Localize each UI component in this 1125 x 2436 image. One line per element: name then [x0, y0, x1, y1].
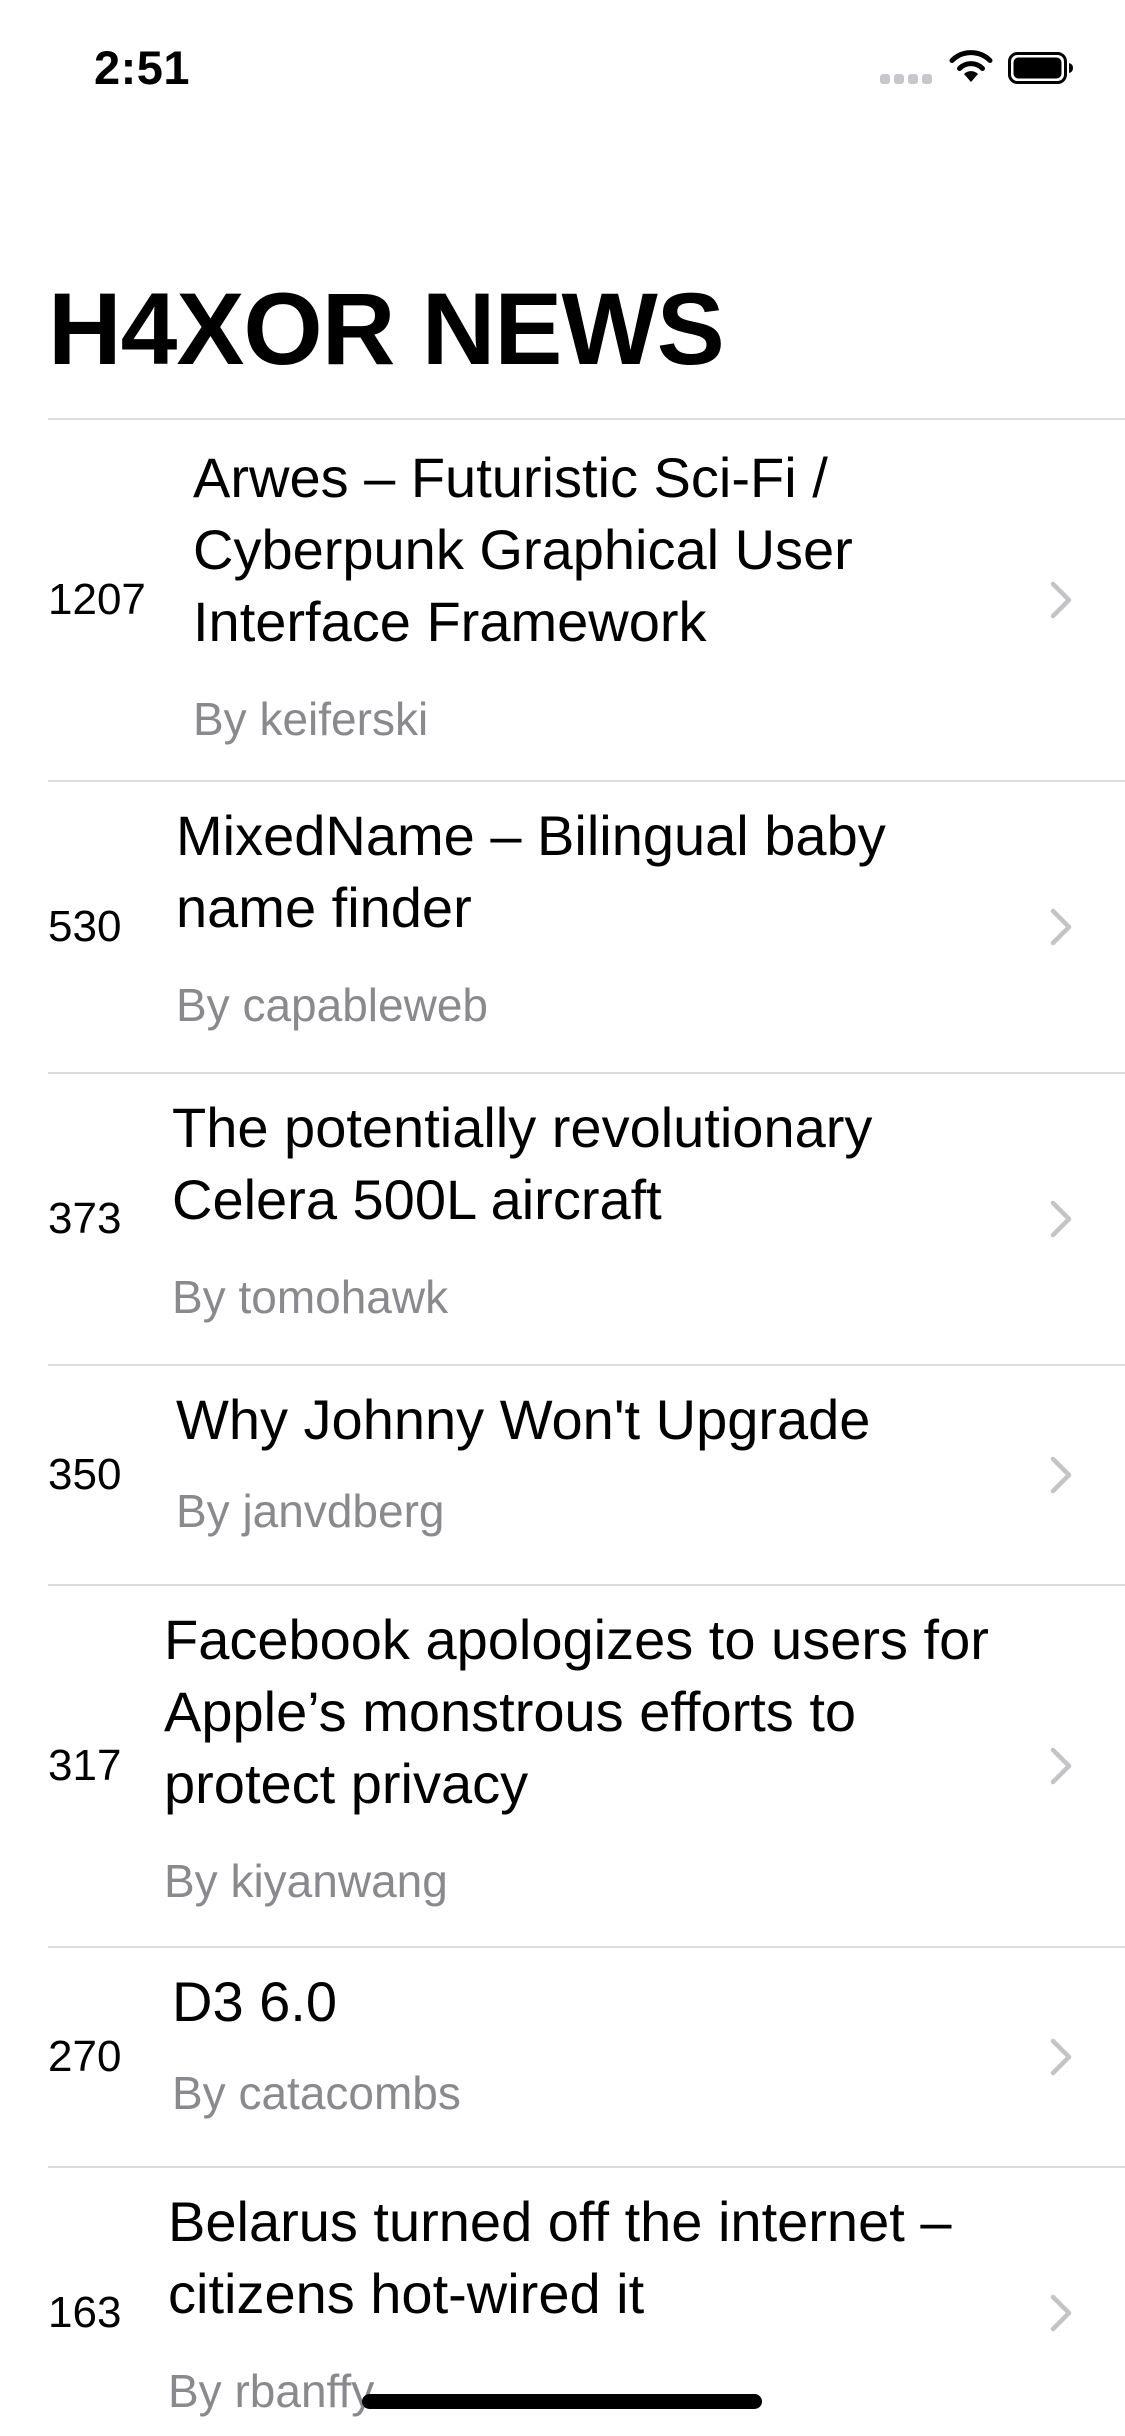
story-title-line: Facebook apologizes to users for	[164, 1608, 989, 1671]
chevron-right-icon	[1050, 2294, 1072, 2332]
story-title-line: The potentially revolutionary	[172, 1096, 873, 1159]
status-time: 2:51	[94, 41, 191, 94]
story-author: By keiferski	[193, 693, 429, 745]
story-row[interactable]: 317 Facebook apologizes to users for App…	[48, 1584, 1125, 1946]
story-row[interactable]: 373 The potentially revolutionary Celera…	[48, 1072, 1125, 1364]
story-author: By catacombs	[172, 2067, 461, 2119]
chevron-right-icon	[1050, 1456, 1072, 1494]
story-row[interactable]: 1207 Arwes – Futuristic Sci-Fi / Cyberpu…	[48, 418, 1125, 780]
chevron-right-icon	[1050, 581, 1072, 619]
story-title-line: D3 6.0	[172, 1970, 337, 2033]
chevron-right-icon	[1050, 1747, 1072, 1785]
story-title-line: Why Johnny Won't Upgrade	[176, 1388, 871, 1451]
story-author: By tomohawk	[172, 1271, 449, 1323]
screen: 2:51 H4XOR NEWS 1207 Arwes – Futuristic …	[0, 0, 1125, 2436]
page-title: H4XOR NEWS	[48, 272, 725, 386]
status-bar: 2:51	[0, 0, 1125, 132]
story-row[interactable]: 350 Why Johnny Won't Upgrade By janvdber…	[48, 1364, 1125, 1584]
story-title-line: Apple’s monstrous efforts to	[164, 1680, 857, 1743]
chevron-right-icon	[1050, 1200, 1072, 1238]
story-author: By janvdberg	[176, 1485, 445, 1537]
story-points: 530	[48, 902, 122, 951]
story-points: 317	[48, 1741, 122, 1790]
story-title-line: MixedName – Bilingual baby	[176, 804, 886, 867]
home-indicator[interactable]	[362, 2394, 762, 2409]
story-points: 270	[48, 2032, 122, 2081]
story-author: By rbanffy	[168, 2365, 375, 2417]
story-list[interactable]: 1207 Arwes – Futuristic Sci-Fi / Cyberpu…	[48, 418, 1125, 2436]
story-row[interactable]: 530 MixedName – Bilingual baby name find…	[48, 780, 1125, 1072]
story-title-line: Cyberpunk Graphical User	[193, 518, 853, 581]
story-title-line: Arwes – Futuristic Sci-Fi /	[193, 446, 828, 509]
story-title-line: protect privacy	[164, 1752, 529, 1815]
chevron-right-icon	[1050, 908, 1072, 946]
story-title-line: Belarus turned off the internet –	[168, 2190, 952, 2253]
story-author: By capableweb	[176, 979, 488, 1031]
story-author: By kiyanwang	[164, 1855, 448, 1907]
story-title-line: name finder	[176, 876, 472, 939]
story-points: 1207	[48, 575, 146, 624]
battery-icon	[1008, 52, 1073, 84]
story-points: 163	[48, 2288, 122, 2337]
story-title-line: Interface Framework	[193, 590, 707, 653]
story-points: 350	[48, 1450, 122, 1499]
chevron-right-icon	[1050, 2038, 1072, 2076]
story-points: 373	[48, 1194, 122, 1243]
cellular-signal-icon	[880, 70, 932, 84]
story-title-line: Celera 500L aircraft	[172, 1168, 662, 1231]
story-row[interactable]: 270 D3 6.0 By catacombs	[48, 1946, 1125, 2166]
wifi-icon	[949, 50, 993, 82]
story-title-line: citizens hot-wired it	[168, 2262, 645, 2325]
